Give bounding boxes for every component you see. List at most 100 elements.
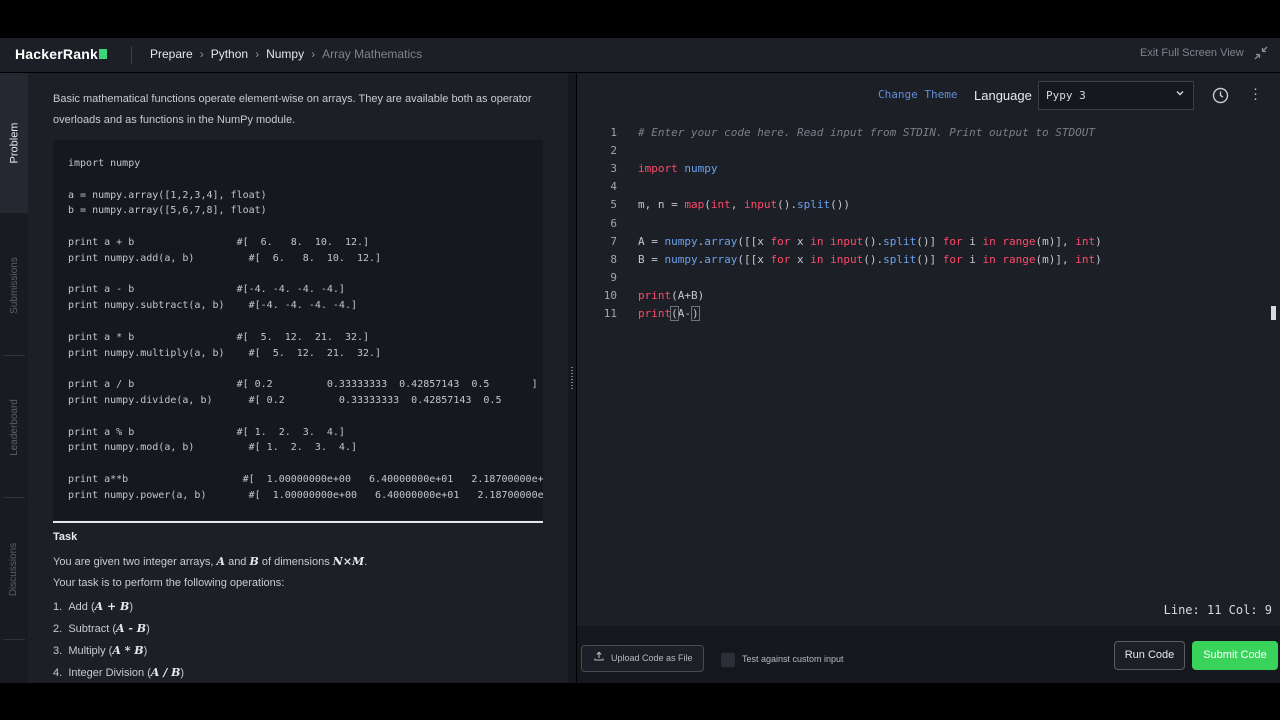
item-name: Subtract bbox=[68, 623, 110, 635]
problem-intro: Basic mathematical functions operate ele… bbox=[53, 93, 532, 126]
exit-fullscreen-link[interactable]: Exit Full Screen View bbox=[1140, 47, 1244, 59]
tab-divider bbox=[3, 639, 25, 640]
tab-leaderboard[interactable]: Leaderboard bbox=[0, 357, 28, 497]
hackerrank-logo[interactable]: HackerRank bbox=[15, 46, 107, 62]
tab-submissions[interactable]: Submissions bbox=[0, 215, 28, 355]
line-number: 9 bbox=[610, 270, 617, 284]
line-number: 8 bbox=[610, 252, 617, 266]
change-theme-link[interactable]: Change Theme bbox=[878, 88, 957, 101]
code-line[interactable]: 8 B = numpy.array([[x for x in input().sp… bbox=[577, 251, 1277, 269]
code-line[interactable]: 4 bbox=[577, 178, 1277, 196]
code-token: int bbox=[1075, 252, 1096, 266]
list-item: 3. Multiply (A * B) bbox=[53, 644, 148, 657]
submit-code-button[interactable]: Submit Code bbox=[1192, 641, 1278, 670]
code-token: input bbox=[830, 252, 864, 266]
code-line[interactable]: 11 print(A-) bbox=[577, 305, 1277, 323]
line-content: import numpy bbox=[638, 160, 718, 178]
code-token: (). bbox=[863, 252, 884, 266]
breadcrumb-current: Array Mathematics bbox=[322, 47, 423, 61]
code-editor[interactable]: 1 # Enter your code here. Read input from… bbox=[577, 123, 1280, 593]
breadcrumb-numpy[interactable]: Numpy bbox=[266, 47, 304, 61]
code-token: for bbox=[942, 234, 963, 248]
task-description: You are given two integer arrays, A and … bbox=[53, 555, 367, 568]
logo-text: HackerRank bbox=[15, 46, 98, 62]
line-number: 5 bbox=[610, 198, 617, 212]
language-value: Pypy 3 bbox=[1046, 89, 1086, 102]
code-token: for bbox=[942, 252, 963, 266]
exit-fullscreen-icon[interactable] bbox=[1254, 46, 1268, 63]
code-token: print bbox=[638, 288, 672, 302]
tab-discussions[interactable]: Discussions bbox=[0, 499, 28, 639]
line-content: # Enter your code here. Read input from … bbox=[638, 124, 1095, 142]
line-number: 4 bbox=[610, 180, 617, 194]
breadcrumb-prepare[interactable]: Prepare bbox=[150, 47, 193, 61]
editor-footer: Upload Code as File Test against custom … bbox=[577, 626, 1280, 683]
language-select[interactable]: Pypy 3 bbox=[1038, 81, 1194, 110]
task-text: You are given two integer arrays, bbox=[53, 556, 217, 568]
code-token: (). bbox=[863, 234, 884, 248]
history-icon[interactable] bbox=[1212, 87, 1229, 104]
item-number: 4. bbox=[53, 667, 63, 679]
list-item: 2. Subtract (A - B) bbox=[53, 622, 150, 635]
code-token: for bbox=[770, 234, 791, 248]
drag-handle-icon[interactable] bbox=[571, 367, 573, 391]
panel-resizer[interactable] bbox=[568, 73, 576, 683]
math-b: B bbox=[249, 555, 259, 568]
custom-input-label[interactable]: Test against custom input bbox=[742, 654, 844, 664]
run-code-button[interactable]: Run Code bbox=[1114, 641, 1185, 670]
breadcrumb: Prepare › Python › Numpy › Array Mathematics bbox=[150, 47, 422, 61]
line-number: 2 bbox=[610, 144, 617, 158]
tab-leaderboard-label: Leaderboard bbox=[8, 398, 20, 456]
code-line[interactable]: 1 # Enter your code here. Read input from… bbox=[577, 124, 1277, 142]
code-token: A = bbox=[638, 234, 665, 248]
code-line[interactable]: 2 bbox=[577, 142, 1277, 160]
code-line[interactable]: 5 m, n = map(int, input().split()) bbox=[577, 196, 1277, 214]
code-token: input bbox=[743, 198, 778, 212]
item-number: 3. bbox=[53, 645, 63, 657]
tab-problem[interactable]: Problem bbox=[0, 73, 28, 213]
upload-code-button[interactable]: Upload Code as File bbox=[581, 645, 704, 672]
custom-input-checkbox[interactable] bbox=[721, 653, 735, 667]
code-line[interactable]: 3 import numpy bbox=[577, 160, 1277, 178]
code-token: (). bbox=[777, 198, 797, 212]
code-token: i bbox=[962, 234, 983, 248]
list-item: 4. Integer Division (A / B) bbox=[53, 666, 185, 679]
chevron-right-icon: › bbox=[199, 47, 204, 61]
line-number: 7 bbox=[610, 234, 617, 248]
line-content: A = numpy.array([[x for x in input().spl… bbox=[638, 233, 1102, 251]
code-token: x bbox=[790, 252, 811, 266]
math-a: A bbox=[216, 555, 226, 568]
editor-panel: Change Theme Language Pypy 3 · · · 1 # Ente… bbox=[577, 73, 1280, 683]
breadcrumb-python[interactable]: Python bbox=[211, 47, 248, 61]
code-line[interactable]: 10 print(A+B) bbox=[577, 287, 1277, 305]
item-name: Integer Division bbox=[68, 667, 145, 679]
code-line[interactable]: 9 bbox=[577, 269, 1277, 287]
problem-panel: Basic mathematical functions operate ele… bbox=[28, 73, 568, 683]
code-token: numpy bbox=[664, 252, 698, 266]
tab-divider bbox=[3, 497, 25, 498]
code-sample-block: import numpy a = numpy.array([1,2,3,4], … bbox=[53, 140, 543, 520]
item-number: 2. bbox=[53, 623, 63, 635]
chevron-right-icon: › bbox=[255, 47, 260, 61]
item-number: 1. bbox=[53, 601, 63, 613]
code-token: ) bbox=[1095, 252, 1102, 266]
code-token: range bbox=[1002, 252, 1036, 266]
code-line[interactable]: 7 A = numpy.array([[x for x in input().sp… bbox=[577, 233, 1277, 251]
code-token: in bbox=[982, 234, 996, 248]
code-token: range bbox=[1002, 234, 1036, 248]
tab-discussions-label: Discussions bbox=[8, 542, 20, 596]
code-token: m, n = bbox=[638, 198, 685, 212]
code-token: int bbox=[1075, 234, 1096, 248]
line-content: m, n = map(int, input().split()) bbox=[638, 196, 850, 214]
code-token: array bbox=[704, 252, 738, 266]
code-line[interactable]: 6 bbox=[577, 215, 1277, 233]
task-text: of dimensions bbox=[258, 556, 333, 568]
tab-problem-label: Problem bbox=[8, 122, 20, 164]
code-token: for bbox=[770, 252, 791, 266]
code-token: x bbox=[790, 234, 811, 248]
scrollbar-thumb[interactable] bbox=[1271, 306, 1276, 320]
code-token: , bbox=[730, 198, 744, 212]
more-vertical-icon[interactable]: · · · bbox=[1253, 81, 1258, 106]
top-header: HackerRank Prepare › Python › Numpy › Array Ma… bbox=[0, 38, 1280, 72]
upload-icon bbox=[594, 651, 604, 664]
